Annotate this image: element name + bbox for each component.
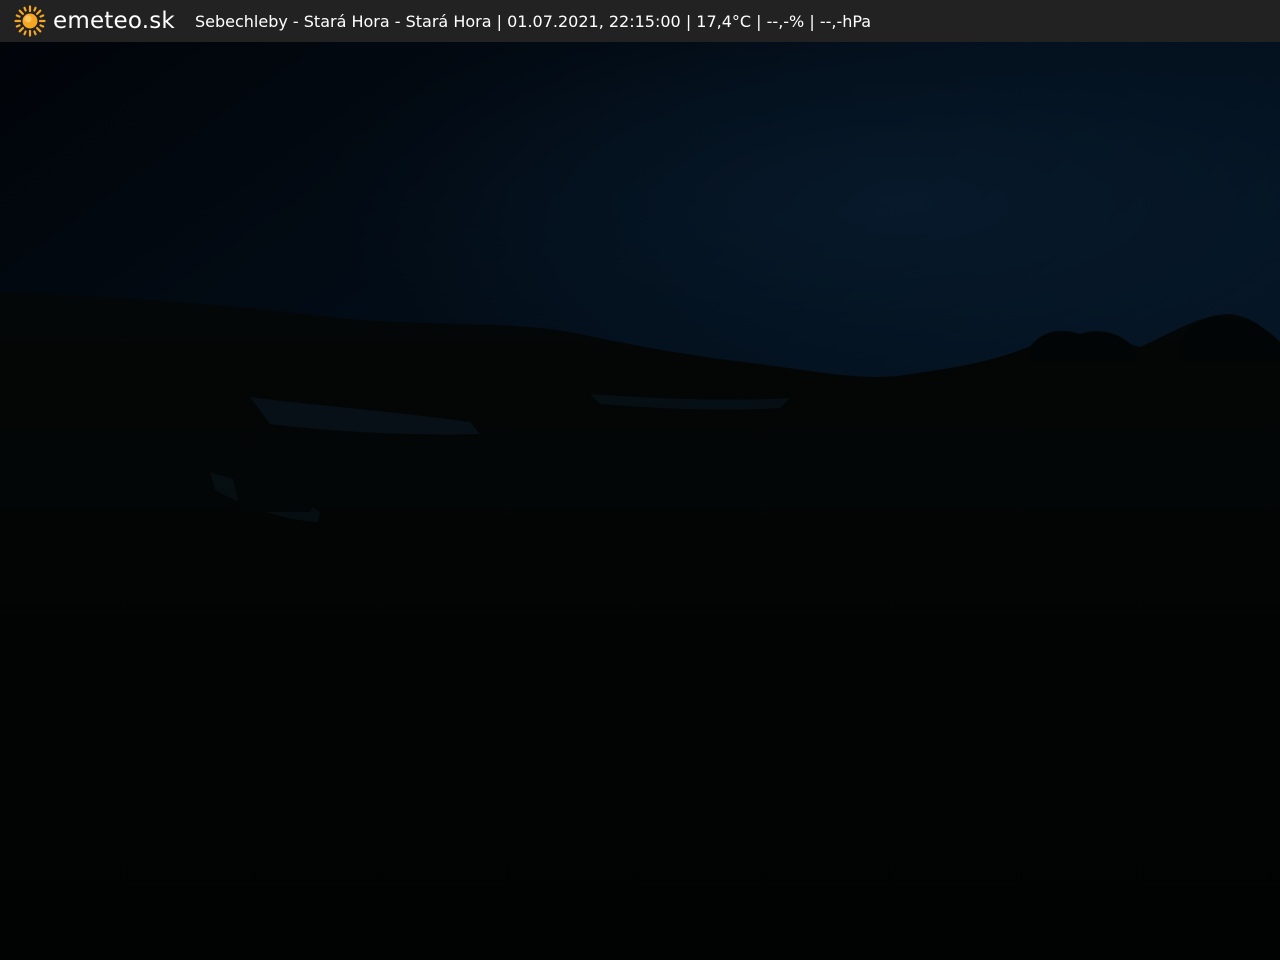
brand-name: emeteo.sk	[53, 8, 175, 34]
webcam-frame: emeteo.sk Sebechleby - Stará Hora - Star…	[0, 0, 1280, 960]
station-caption: Sebechleby - Stará Hora - Stará Hora | 0…	[194, 11, 872, 31]
caption-bar: emeteo.sk Sebechleby - Stará Hora - Star…	[0, 0, 1280, 42]
hill-silhouette	[0, 292, 1280, 960]
sun-icon	[14, 5, 46, 37]
brand-logo: emeteo.sk	[14, 5, 175, 37]
night-landscape-image	[0, 42, 1280, 960]
